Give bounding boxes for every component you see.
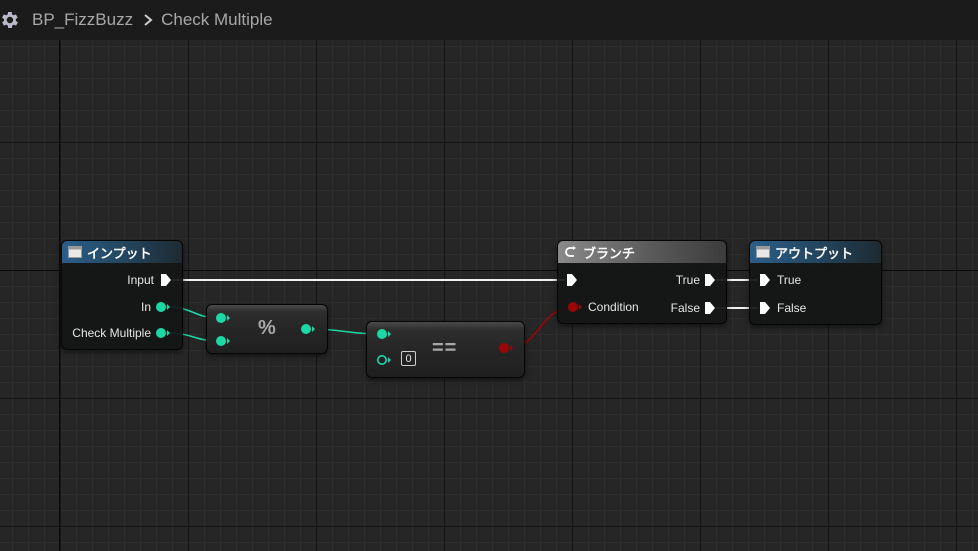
breadcrumb-graph: Check Multiple: [161, 10, 273, 29]
breadcrumb-blueprint[interactable]: BP_FizzBuzz: [32, 10, 133, 30]
output-true-pin[interactable]: [759, 273, 771, 287]
equal-input-a-pin[interactable]: [376, 328, 392, 340]
input-check-multiple-pin-label: Check Multiple: [72, 326, 151, 340]
graph-breadcrumb-bar: BP_FizzBuzz Check Multiple: [0, 0, 978, 40]
branch-node-header[interactable]: ブランチ: [558, 241, 726, 263]
branch-exec-in-pin[interactable]: [566, 273, 578, 287]
input-exec-pin-label: Input: [127, 273, 154, 287]
branch-true-label: True: [675, 273, 700, 287]
equal-output-pin[interactable]: [498, 342, 514, 354]
input-node-header[interactable]: インプット: [62, 241, 182, 263]
equal-operator: ==: [432, 337, 458, 359]
chevron-right-icon: [144, 14, 153, 26]
modulo-output-pin[interactable]: [300, 323, 316, 335]
gear-icon: [2, 12, 18, 28]
branch-node-title: ブランチ: [583, 245, 636, 261]
in-out-pin[interactable]: [155, 301, 171, 313]
equal-input-b-pin[interactable]: [376, 354, 392, 366]
exec-out-pin[interactable]: [160, 273, 172, 287]
modulo-input-b-pin[interactable]: [215, 335, 231, 347]
output-true-label: True: [777, 273, 802, 287]
output-node-header[interactable]: アウトプット: [750, 241, 881, 263]
input-node-title: インプット: [87, 245, 152, 261]
branch-condition-pin[interactable]: [567, 301, 583, 313]
branch-false-label: False: [670, 301, 700, 315]
function-result-icon: [756, 246, 770, 258]
modulo-input-a-pin[interactable]: [215, 312, 231, 324]
output-false-label: False: [777, 301, 807, 315]
branch-true-pin[interactable]: [704, 273, 716, 287]
branch-icon: [565, 246, 576, 257]
output-node-title: アウトプット: [775, 245, 854, 261]
function-entry-icon: [68, 246, 82, 258]
branch-false-pin[interactable]: [704, 301, 716, 315]
equal-literal-input[interactable]: 0: [401, 351, 416, 366]
modulo-operator: %: [258, 317, 276, 339]
branch-condition-label: Condition: [588, 300, 639, 314]
graph-origin-vertical: [59, 40, 60, 551]
input-in-pin-label: In: [140, 300, 151, 314]
check-multiple-out-pin[interactable]: [155, 327, 171, 339]
output-false-pin[interactable]: [759, 301, 771, 315]
